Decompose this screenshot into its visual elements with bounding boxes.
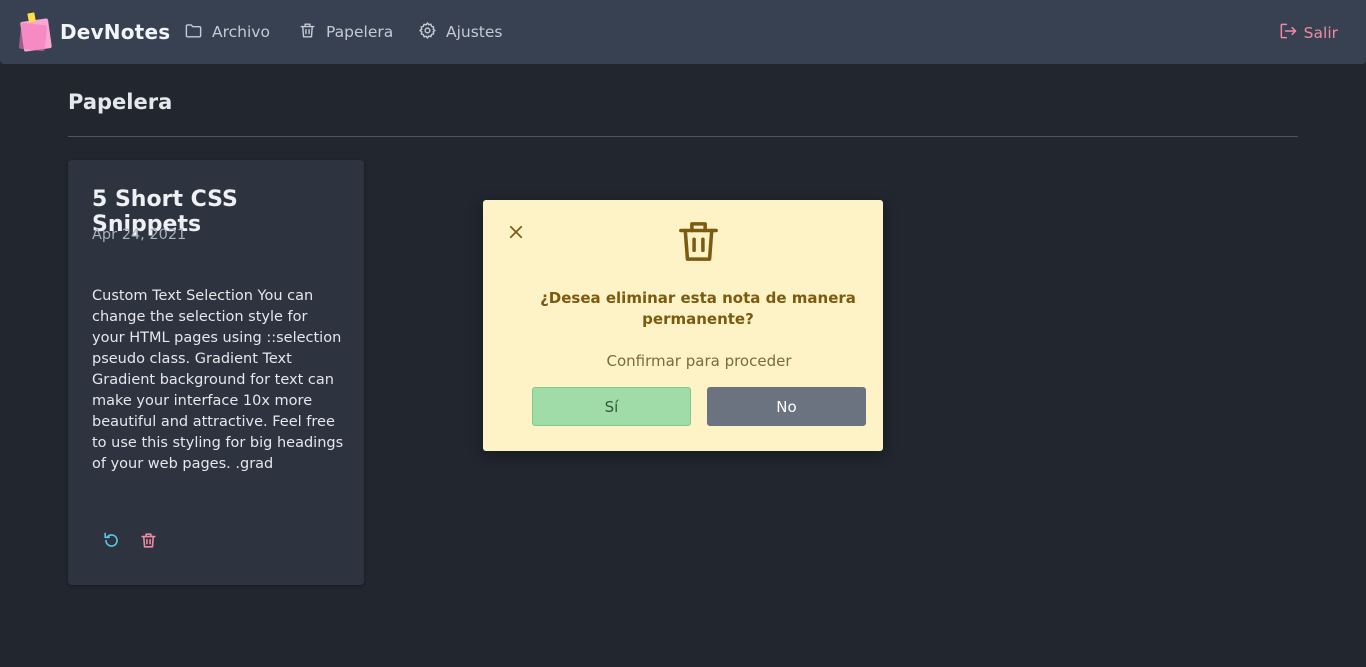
brand-name: DevNotes: [60, 20, 171, 44]
folder-icon: [184, 21, 212, 44]
modal-subtitle: Confirmar para proceder: [606, 352, 792, 370]
nav-item-label: Ajustes: [446, 23, 503, 41]
nav-item-label: Papelera: [326, 23, 394, 41]
modal-title: ¿Desea eliminar esta nota de manera perm…: [540, 289, 856, 328]
page-title: Papelera: [68, 90, 173, 114]
brand[interactable]: DevNotes: [18, 12, 170, 52]
note-card: 5 Short CSS Snippets Apr 24, 2021 Custom…: [68, 160, 364, 585]
logout-button[interactable]: Salir: [1278, 21, 1338, 45]
confirm-button[interactable]: Sí: [532, 387, 691, 426]
note-actions: [102, 531, 158, 550]
cancel-button[interactable]: No: [707, 387, 866, 426]
top-navbar: DevNotes Archivo Papelera Ajustes Salir: [0, 0, 1366, 64]
delete-forever-icon[interactable]: [139, 531, 158, 550]
sticky-note-logo-icon: [18, 12, 54, 52]
note-date: Apr 24, 2021: [92, 227, 187, 243]
gear-icon: [418, 21, 446, 44]
nav-item-papelera[interactable]: Papelera: [298, 20, 393, 44]
nav-item-label: Archivo: [212, 23, 270, 41]
restore-icon[interactable]: [102, 531, 121, 550]
divider: [68, 136, 1298, 137]
logout-label: Salir: [1303, 24, 1338, 42]
logout-icon: [1278, 21, 1304, 45]
nav-item-ajustes[interactable]: Ajustes: [418, 20, 503, 44]
trash-icon: [298, 21, 326, 44]
trash-icon: [672, 215, 725, 268]
note-body: Custom Text Selection You can change the…: [92, 288, 344, 472]
close-icon[interactable]: [507, 223, 525, 241]
nav-item-archivo[interactable]: Archivo: [184, 20, 270, 44]
confirm-delete-modal: ¿Desea eliminar esta nota de manera perm…: [483, 200, 883, 451]
